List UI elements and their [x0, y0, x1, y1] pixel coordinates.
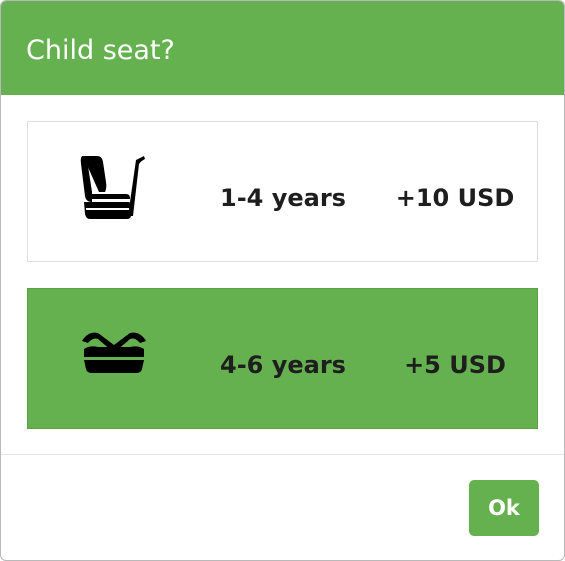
option-age-label: 4-6 years — [220, 351, 346, 379]
infant-car-seat-icon — [78, 152, 154, 228]
dialog-header: Child seat? — [1, 1, 564, 95]
child-seat-dialog: Child seat? 1-4 years +10 USD 4-6 years … — [0, 0, 565, 561]
option-price-label: +5 USD — [404, 351, 506, 379]
dialog-title: Child seat? — [26, 35, 175, 66]
child-seat-option-1-4-years[interactable]: 1-4 years +10 USD — [27, 121, 538, 262]
ok-button[interactable]: Ok — [469, 480, 539, 536]
footer-divider — [1, 454, 564, 455]
booster-seat-icon — [78, 319, 154, 395]
option-age-label: 1-4 years — [220, 184, 346, 212]
option-price-label: +10 USD — [395, 184, 515, 212]
child-seat-option-4-6-years[interactable]: 4-6 years +5 USD — [27, 288, 538, 429]
